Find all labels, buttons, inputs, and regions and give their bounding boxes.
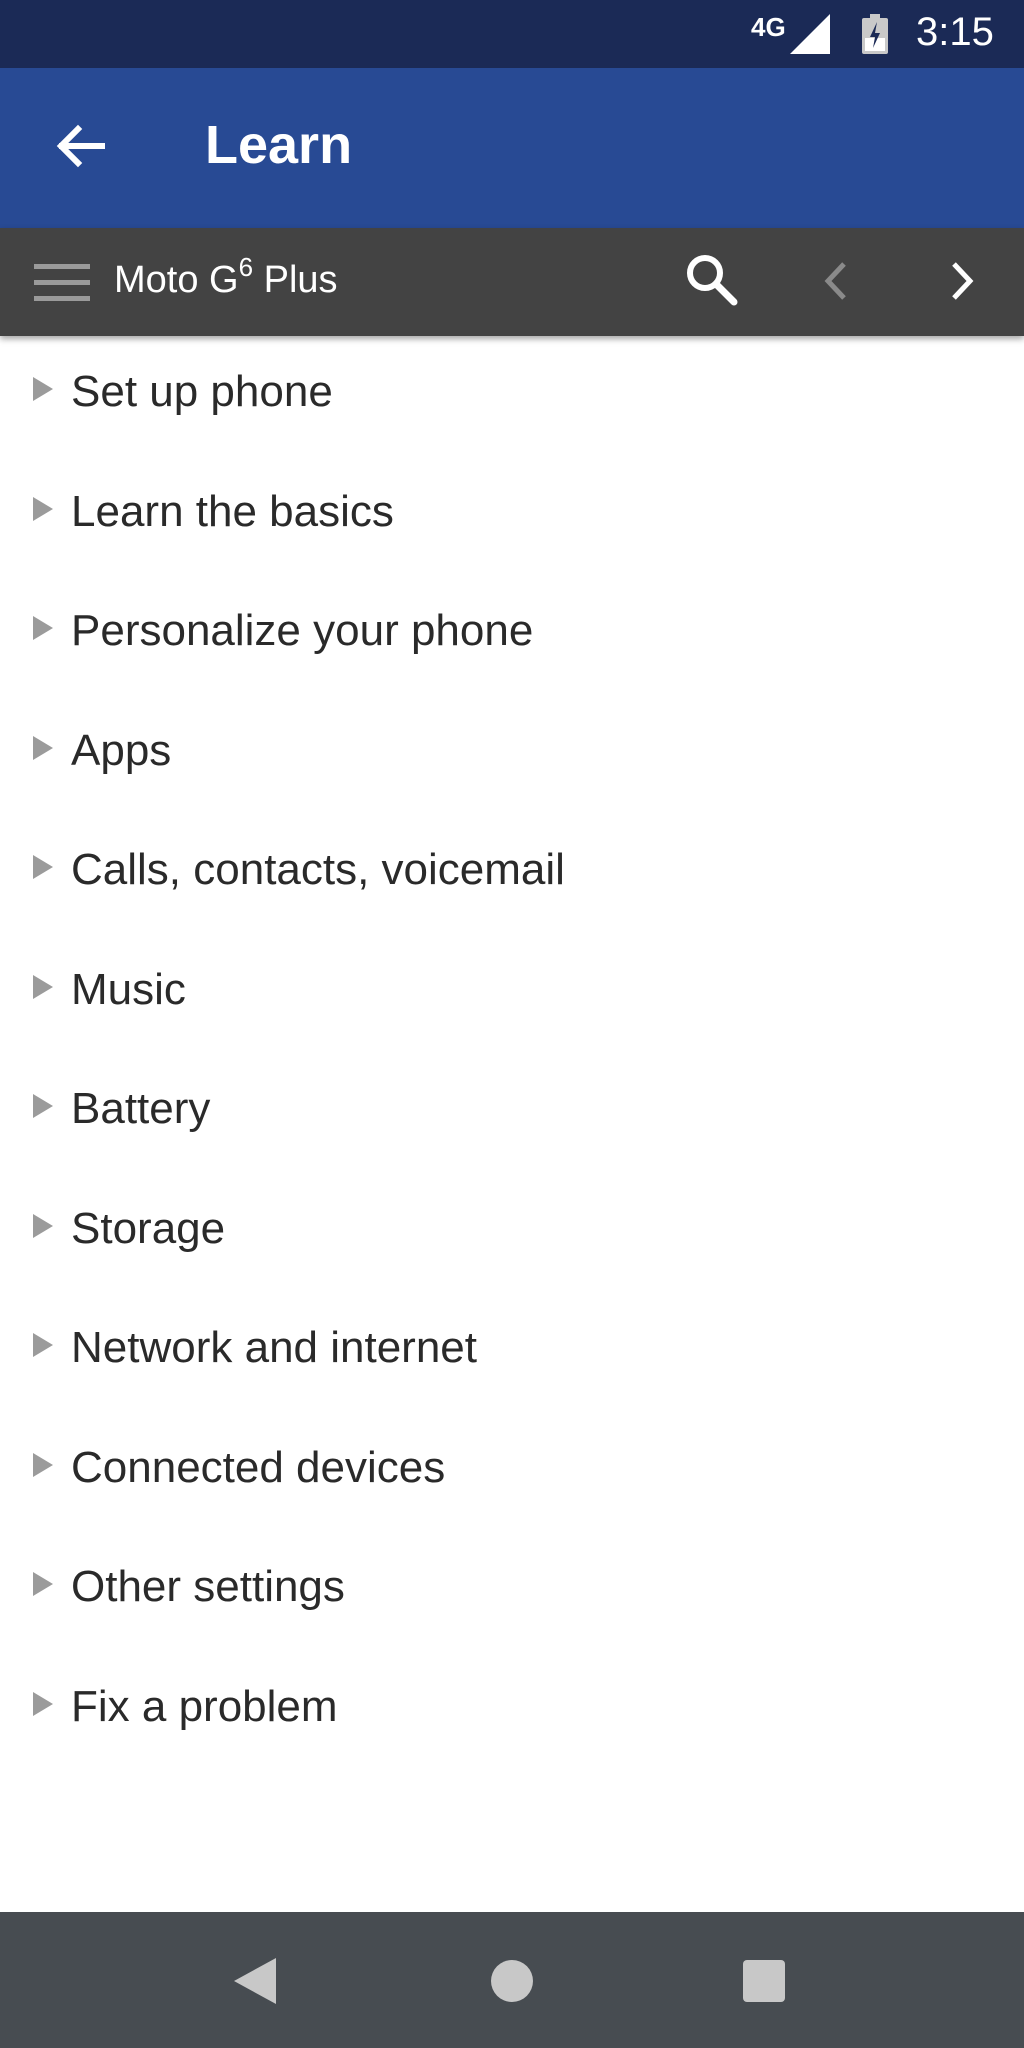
system-nav-bar bbox=[0, 1912, 1024, 2048]
topic-item[interactable]: Calls, contacts, voicemail bbox=[0, 814, 1024, 934]
topic-label: Other settings bbox=[71, 1562, 345, 1611]
topic-item[interactable]: Other settings bbox=[0, 1531, 1024, 1651]
topic-item[interactable]: Connected devices bbox=[0, 1412, 1024, 1532]
topic-label: Calls, contacts, voicemail bbox=[71, 845, 565, 894]
nav-back-icon[interactable] bbox=[232, 1956, 278, 2006]
expand-triangle-icon bbox=[33, 1094, 53, 1118]
expand-triangle-icon bbox=[33, 616, 53, 640]
battery-charging-icon bbox=[862, 14, 888, 54]
expand-triangle-icon bbox=[33, 974, 53, 999]
topic-label: Battery bbox=[71, 1084, 211, 1133]
topic-item[interactable]: Music bbox=[0, 934, 1024, 1054]
device-name-superscript: 6 bbox=[238, 252, 254, 282]
topic-item[interactable]: Storage bbox=[0, 1173, 1024, 1293]
page-title: Learn bbox=[205, 115, 353, 175]
device-name-base: Moto G bbox=[114, 259, 239, 301]
expand-triangle-icon bbox=[33, 735, 53, 760]
topic-item[interactable]: Set up phone bbox=[0, 336, 1024, 456]
topic-item[interactable]: Personalize your phone bbox=[0, 575, 1024, 695]
topic-label: Music bbox=[71, 964, 186, 1014]
topic-label: Set up phone bbox=[71, 367, 333, 416]
topic-item[interactable]: Apps bbox=[0, 695, 1024, 815]
device-name: Moto G6 Plus bbox=[114, 252, 338, 304]
topic-item[interactable]: Network and internet bbox=[0, 1292, 1024, 1412]
network-type: 4G bbox=[751, 12, 786, 42]
topic-label: Storage bbox=[71, 1203, 226, 1253]
expand-triangle-icon bbox=[33, 377, 53, 401]
topic-label: Personalize your phone bbox=[71, 606, 534, 655]
topic-label: Network and internet bbox=[71, 1323, 477, 1372]
expand-triangle-icon bbox=[33, 496, 53, 521]
clock: 3:15 bbox=[916, 10, 994, 54]
topic-label: Connected devices bbox=[71, 1442, 446, 1492]
hamburger-menu-icon[interactable] bbox=[34, 262, 90, 304]
signal-icon bbox=[790, 14, 830, 54]
topic-list: Set up phone Learn the basics Personaliz… bbox=[0, 336, 1024, 1770]
topic-item[interactable]: Battery bbox=[0, 1053, 1024, 1173]
topic-item[interactable]: Fix a problem bbox=[0, 1651, 1024, 1771]
expand-triangle-icon bbox=[33, 1691, 53, 1716]
expand-triangle-icon bbox=[33, 1572, 53, 1596]
status-bar: 4G 3:15 bbox=[0, 0, 1024, 68]
nav-home-icon[interactable] bbox=[491, 1960, 533, 2002]
nav-recents-icon[interactable] bbox=[743, 1960, 785, 2002]
topic-label: Apps bbox=[71, 725, 172, 775]
topic-label: Learn the basics bbox=[71, 486, 394, 536]
device-name-suffix: Plus bbox=[253, 259, 338, 301]
topic-label: Fix a problem bbox=[71, 1681, 338, 1731]
app-bar: Learn bbox=[0, 68, 1024, 228]
search-icon[interactable] bbox=[684, 252, 738, 306]
expand-triangle-icon bbox=[33, 1333, 53, 1357]
chevron-right-icon[interactable] bbox=[942, 258, 982, 304]
chevron-left-icon[interactable] bbox=[816, 258, 856, 304]
back-arrow-icon[interactable] bbox=[52, 118, 108, 174]
expand-triangle-icon bbox=[33, 1213, 53, 1238]
topic-item[interactable]: Learn the basics bbox=[0, 456, 1024, 576]
expand-triangle-icon bbox=[33, 1452, 53, 1477]
expand-triangle-icon bbox=[33, 855, 53, 879]
toolbar: Moto G6 Plus bbox=[0, 228, 1024, 336]
